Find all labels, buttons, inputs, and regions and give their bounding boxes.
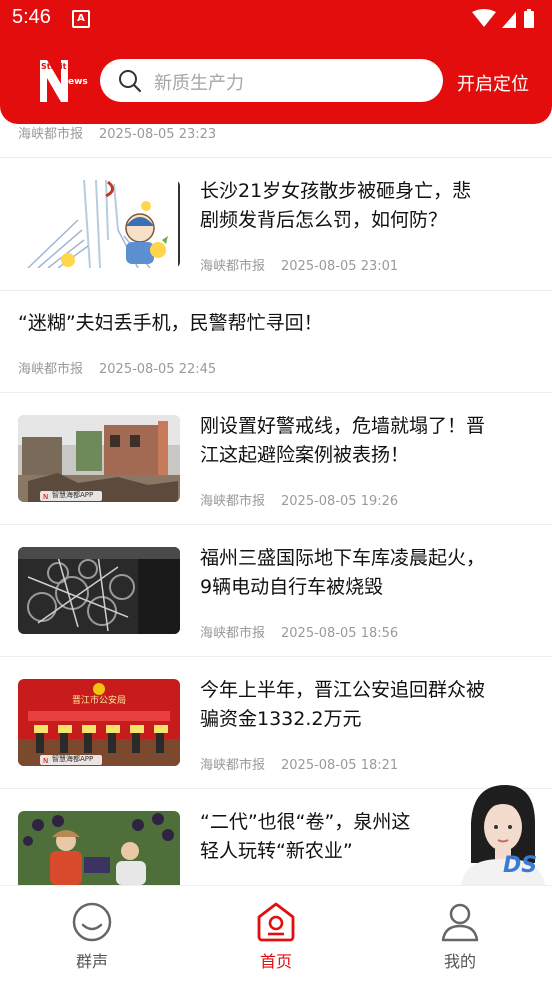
svg-text:N: N bbox=[43, 757, 48, 765]
news-time: 2025-08-05 19:26 bbox=[281, 494, 399, 509]
news-source: 海峡都市报 bbox=[200, 494, 266, 509]
notification-app-icon: A bbox=[72, 10, 90, 28]
divider bbox=[0, 392, 552, 393]
ai-assistant-avatar[interactable]: DS bbox=[443, 783, 552, 885]
news-source: 海峡都市报 bbox=[18, 362, 84, 377]
news-time: 2025-08-05 18:56 bbox=[281, 626, 399, 641]
news-feed: 海峡都市报 2025-08-05 23:23 长沙21岁女孩散步被砸身亡，悲 剧… bbox=[0, 0, 552, 885]
news-thumbnail: N 晋江市公安局 智慧海都APP bbox=[18, 679, 180, 766]
news-source: 海峡都市报 bbox=[18, 127, 84, 142]
tab-label: 首页 bbox=[259, 952, 292, 971]
status-icons bbox=[472, 9, 534, 28]
bottom-tab-bar: 群声 首页 我的 bbox=[0, 885, 552, 984]
smile-face-icon bbox=[72, 902, 112, 942]
divider bbox=[0, 157, 552, 158]
image-watermark: 智慧海都APP bbox=[52, 491, 94, 499]
divider bbox=[0, 524, 552, 525]
news-thumbnail: N 智慧海都APP bbox=[18, 415, 180, 502]
home-icon bbox=[257, 902, 295, 942]
news-title: “二代”也很“卷”，泉州这 轻人玩转“新农业” bbox=[200, 811, 411, 862]
assistant-badge: DS bbox=[503, 853, 538, 878]
news-source: 海峡都市报 bbox=[200, 758, 266, 773]
app-logo[interactable]: Strait ews bbox=[38, 58, 90, 104]
divider bbox=[0, 656, 552, 657]
tab-mine[interactable]: 我的 bbox=[368, 886, 552, 984]
news-time: 2025-08-05 18:21 bbox=[281, 758, 399, 773]
battery-icon bbox=[524, 11, 534, 28]
wifi-icon bbox=[472, 9, 496, 27]
search-icon bbox=[119, 70, 142, 93]
status-time: 5:46 bbox=[12, 6, 51, 28]
news-title: 福州三盛国际地下车库凌晨起火， 9辆电动自行车被烧毁 bbox=[200, 547, 486, 598]
svg-text:N: N bbox=[43, 493, 48, 501]
news-time: 2025-08-05 22:45 bbox=[99, 362, 217, 377]
divider bbox=[0, 290, 552, 291]
news-thumbnail bbox=[18, 180, 180, 268]
app-header: 5:46 A Strait ews 新质生产力 开启定位 bbox=[0, 0, 552, 124]
tab-label: 我的 bbox=[443, 952, 476, 971]
svg-text:Strait: Strait bbox=[41, 62, 67, 71]
signal-icon bbox=[502, 12, 516, 28]
news-title: 长沙21岁女孩散步被砸身亡，悲 剧频发背后怎么罚，如何防？ bbox=[200, 180, 472, 231]
svg-text:ews: ews bbox=[68, 77, 88, 87]
news-source: 海峡都市报 bbox=[200, 626, 266, 641]
news-thumbnail bbox=[18, 811, 180, 885]
status-bar: 5:46 A bbox=[0, 0, 552, 38]
news-title: 刚设置好警戒线，危墙就塌了！晋 江这起避险案例被表扬！ bbox=[200, 415, 486, 466]
search-bar[interactable]: 新质生产力 bbox=[100, 59, 443, 102]
image-banner-text: 晋江市公安局 bbox=[72, 696, 127, 706]
image-watermark: 智慧海都APP bbox=[52, 755, 94, 763]
news-time: 2025-08-05 23:23 bbox=[99, 127, 217, 142]
search-placeholder: 新质生产力 bbox=[154, 73, 244, 94]
news-meta: 海峡都市报 2025-08-05 19:26 bbox=[200, 490, 398, 509]
tab-home[interactable]: 首页 bbox=[184, 886, 368, 984]
news-time: 2025-08-05 23:01 bbox=[281, 259, 399, 274]
news-meta: 海峡都市报 2025-08-05 23:23 bbox=[18, 123, 216, 142]
tab-label: 群声 bbox=[75, 952, 108, 971]
tab-qunsheng[interactable]: 群声 bbox=[0, 886, 184, 984]
news-title: “迷糊”夫妇丢手机，民警帮忙寻回！ bbox=[18, 312, 323, 334]
news-source: 海峡都市报 bbox=[200, 259, 266, 274]
news-meta: 海峡都市报 2025-08-05 23:01 bbox=[200, 255, 398, 274]
person-icon bbox=[441, 903, 479, 942]
enable-location-button[interactable]: 开启定位 bbox=[457, 70, 529, 96]
news-meta: 海峡都市报 2025-08-05 18:56 bbox=[200, 622, 398, 641]
news-thumbnail bbox=[18, 547, 180, 634]
news-meta: 海峡都市报 2025-08-05 18:21 bbox=[200, 754, 398, 773]
news-title: 今年上半年，晋江公安追回群众被 骗资金1332.2万元 bbox=[200, 679, 486, 730]
news-meta: 海峡都市报 2025-08-05 22:45 bbox=[18, 358, 216, 377]
